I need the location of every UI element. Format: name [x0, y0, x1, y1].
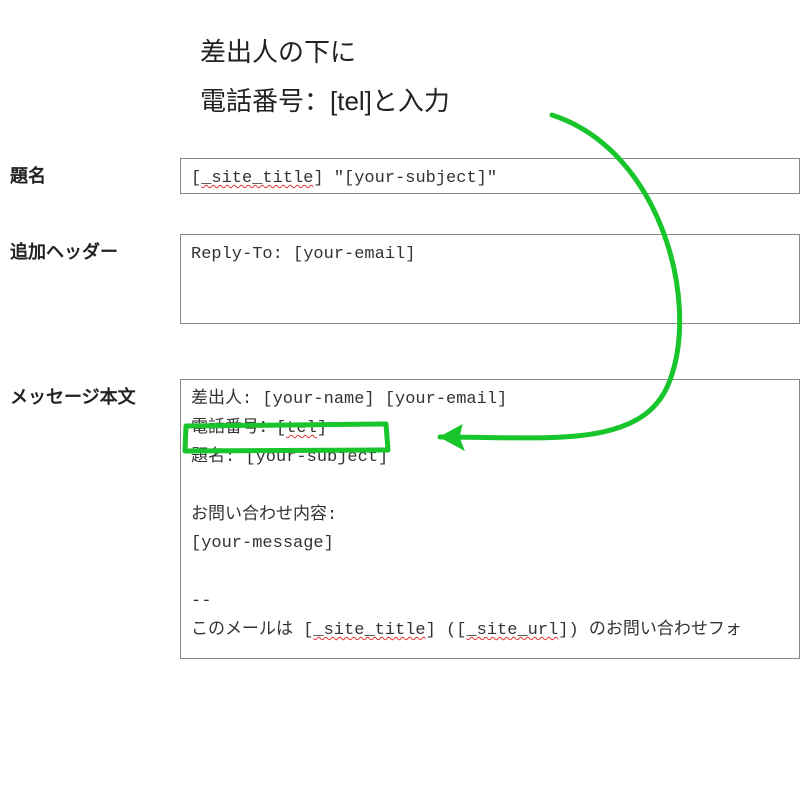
headers-value: Reply-To: [your-email] [191, 245, 415, 264]
input-subject[interactable]: [_site_title] "[your-subject]" [180, 158, 800, 194]
body-line-sep: -- [191, 592, 222, 611]
instruction-line-2: 電話番号：[tel]と入力 [200, 77, 450, 126]
body-line-footer: このメールは [_site_title] ([_site_url]) のお問い合… [191, 621, 742, 640]
body-line-from: 差出人: [your-name] [your-email] [191, 390, 507, 409]
input-additional-headers[interactable]: Reply-To: [your-email] [180, 234, 800, 324]
row-message-body: メッセージ本文 差出人: [your-name] [your-email] 電話… [0, 379, 800, 659]
instruction-line-1: 差出人の下に [200, 28, 450, 77]
label-additional-headers: 追加ヘッダー [0, 234, 180, 264]
label-message-body: メッセージ本文 [0, 379, 180, 409]
input-message-body[interactable]: 差出人: [your-name] [your-email] 電話番号：[tel]… [180, 379, 800, 659]
row-additional-headers: 追加ヘッダー Reply-To: [your-email] [0, 234, 800, 324]
body-line-message: [your-message] [191, 534, 334, 553]
body-line-subject: 題名: [your-subject] [191, 448, 388, 467]
body-line-inquiry-label: お問い合わせ内容: [191, 506, 337, 525]
row-subject: 題名 [_site_title] "[your-subject]" [0, 158, 800, 194]
mail-settings-form: 題名 [_site_title] "[your-subject]" 追加ヘッダー… [0, 158, 800, 659]
label-subject: 題名 [0, 158, 180, 188]
instruction-annotation: 差出人の下に 電話番号：[tel]と入力 [200, 28, 450, 127]
body-line-tel: 電話番号：[tel] [191, 419, 327, 438]
